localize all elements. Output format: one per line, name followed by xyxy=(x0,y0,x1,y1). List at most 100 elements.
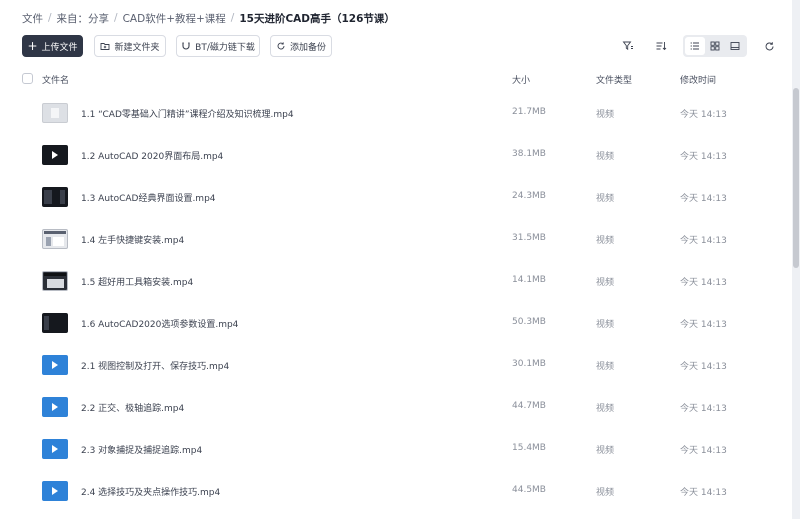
file-name[interactable]: 1.4 左手快捷键安装.mp4 xyxy=(81,233,184,246)
video-file-icon xyxy=(42,481,68,501)
table-row[interactable]: 1.6 AutoCAD2020选项参数设置.mp4 50.3MB 视频 今天 1… xyxy=(0,303,792,345)
file-name[interactable]: 2.2 正交、极轴追踪.mp4 xyxy=(81,401,184,414)
breadcrumb-separator: / xyxy=(48,12,52,24)
file-size: 30.1MB xyxy=(512,359,546,369)
modified-time: 今天 14:13 xyxy=(680,320,727,330)
file-size: 44.5MB xyxy=(512,485,546,495)
sort-button[interactable] xyxy=(650,35,672,57)
modified-time: 今天 14:13 xyxy=(680,236,727,246)
file-size: 38.1MB xyxy=(512,149,546,159)
video-thumbnail xyxy=(42,187,68,207)
upload-button-label: 上传文件 xyxy=(41,42,78,53)
upload-button[interactable]: + 上传文件 xyxy=(22,35,83,57)
modified-time: 今天 14:13 xyxy=(680,488,727,498)
file-type: 视频 xyxy=(596,404,615,414)
grid-view-icon xyxy=(710,41,720,51)
modified-time: 今天 14:13 xyxy=(680,362,727,372)
table-row[interactable]: 1.4 左手快捷键安装.mp4 31.5MB 视频 今天 14:13 xyxy=(0,219,792,261)
plus-icon: + xyxy=(27,39,38,53)
list-view-button[interactable] xyxy=(685,37,705,55)
refresh-button[interactable] xyxy=(758,35,780,57)
filter-icon xyxy=(622,41,633,51)
file-size: 21.7MB xyxy=(512,107,546,117)
video-thumbnail xyxy=(42,103,68,123)
file-name[interactable]: 1.3 AutoCAD经典界面设置.mp4 xyxy=(81,191,216,204)
modified-time: 今天 14:13 xyxy=(680,278,727,288)
table-row[interactable]: 1.3 AutoCAD经典界面设置.mp4 24.3MB 视频 今天 14:13 xyxy=(0,177,792,219)
grid-view-button[interactable] xyxy=(705,37,725,55)
video-thumbnail xyxy=(42,271,68,291)
video-thumbnail xyxy=(42,145,68,165)
file-type: 视频 xyxy=(596,110,615,120)
add-backup-button-label: 添加备份 xyxy=(289,42,326,53)
refresh-icon xyxy=(765,41,773,50)
file-type: 视频 xyxy=(596,320,615,330)
file-manager-panel: 文件 / 来自：分享 / CAD软件+教程+课程 / 15天进阶CAD高手（12… xyxy=(0,0,792,519)
table-row[interactable]: 1.1 “CAD零基础入门精讲”课程介绍及知识梳理.mp4 21.7MB 视频 … xyxy=(0,93,792,135)
file-size: 15.4MB xyxy=(512,443,546,453)
file-type: 视频 xyxy=(596,194,615,204)
new-folder-button-label: 新建文件夹 xyxy=(114,42,160,53)
file-type: 视频 xyxy=(596,152,615,162)
table-header: 文件名 大小 文件类型 修改时间 xyxy=(0,64,792,92)
video-file-icon xyxy=(42,397,68,417)
table-row[interactable]: 1.5 超好用工具箱安装.mp4 14.1MB 视频 今天 14:13 xyxy=(0,261,792,303)
table-row[interactable]: 2.4 选择技巧及夹点操作技巧.mp4 44.5MB 视频 今天 14:13 xyxy=(0,471,792,513)
file-type: 视频 xyxy=(596,278,615,288)
file-name[interactable]: 1.2 AutoCAD 2020界面布局.mp4 xyxy=(81,149,223,162)
magnet-icon xyxy=(181,41,191,51)
file-name[interactable]: 1.6 AutoCAD2020选项参数设置.mp4 xyxy=(81,317,238,330)
view-mode-switcher xyxy=(683,35,747,57)
file-size: 31.5MB xyxy=(512,233,546,243)
file-name[interactable]: 2.3 对象捕捉及捕捉追踪.mp4 xyxy=(81,443,202,456)
file-size: 44.7MB xyxy=(512,401,546,411)
video-file-icon xyxy=(42,439,68,459)
column-header-time[interactable]: 修改时间 xyxy=(680,73,716,86)
list-view-icon xyxy=(690,42,699,50)
breadcrumb-item-folder[interactable]: CAD软件+教程+课程 xyxy=(123,11,226,26)
breadcrumb: 文件 / 来自：分享 / CAD软件+教程+课程 / 15天进阶CAD高手（12… xyxy=(22,10,395,26)
add-backup-button[interactable]: 添加备份 xyxy=(270,35,332,57)
breadcrumb-separator: / xyxy=(230,12,235,24)
new-folder-icon xyxy=(100,41,110,51)
file-name[interactable]: 1.5 超好用工具箱安装.mp4 xyxy=(81,275,193,288)
new-folder-button[interactable]: 新建文件夹 xyxy=(94,35,166,57)
video-file-icon xyxy=(42,355,68,375)
bt-download-button-label: BT/磁力链下载 xyxy=(195,42,255,53)
breadcrumb-current-folder: 15天进阶CAD高手（126节课） xyxy=(239,12,395,25)
file-size: 50.3MB xyxy=(512,317,546,327)
file-type: 视频 xyxy=(596,488,615,498)
modified-time: 今天 14:13 xyxy=(680,194,727,204)
file-type: 视频 xyxy=(596,446,615,456)
modified-time: 今天 14:13 xyxy=(680,152,727,162)
select-all-checkbox[interactable] xyxy=(22,73,33,84)
bt-download-button[interactable]: BT/磁力链下载 xyxy=(176,35,260,57)
modified-time: 今天 14:13 xyxy=(680,446,727,456)
preview-view-icon xyxy=(730,42,740,50)
table-row[interactable]: 2.1 视图控制及打开、保存技巧.mp4 30.1MB 视频 今天 14:13 xyxy=(0,345,792,387)
file-type: 视频 xyxy=(596,362,615,372)
file-size: 14.1MB xyxy=(512,275,546,285)
modified-time: 今天 14:13 xyxy=(680,110,727,120)
file-size: 24.3MB xyxy=(512,191,546,201)
filter-button[interactable] xyxy=(617,35,639,57)
file-name[interactable]: 2.4 选择技巧及夹点操作技巧.mp4 xyxy=(81,485,220,498)
column-header-name[interactable]: 文件名 xyxy=(42,73,69,86)
breadcrumb-item-shared[interactable]: 来自：分享 xyxy=(57,11,110,26)
column-header-size[interactable]: 大小 xyxy=(512,73,530,86)
refresh-backup-icon xyxy=(276,41,286,51)
breadcrumb-item-files[interactable]: 文件 xyxy=(22,11,43,26)
table-row[interactable]: 2.2 正交、极轴追踪.mp4 44.7MB 视频 今天 14:13 xyxy=(0,387,792,429)
video-thumbnail xyxy=(42,229,68,249)
file-name[interactable]: 1.1 “CAD零基础入门精讲”课程介绍及知识梳理.mp4 xyxy=(81,107,294,120)
preview-view-button[interactable] xyxy=(725,37,745,55)
table-row[interactable]: 1.2 AutoCAD 2020界面布局.mp4 38.1MB 视频 今天 14… xyxy=(0,135,792,177)
file-name[interactable]: 2.1 视图控制及打开、保存技巧.mp4 xyxy=(81,359,229,372)
breadcrumb-separator: / xyxy=(114,12,118,24)
toolbar: + 上传文件 新建文件夹 BT/磁力链下载 添加备份 xyxy=(22,35,782,57)
sort-icon xyxy=(656,42,667,51)
scrollbar-thumb[interactable] xyxy=(793,88,799,268)
table-row[interactable]: 2.3 对象捕捉及捕捉追踪.mp4 15.4MB 视频 今天 14:13 xyxy=(0,429,792,471)
file-type: 视频 xyxy=(596,236,615,246)
column-header-type[interactable]: 文件类型 xyxy=(596,73,632,86)
